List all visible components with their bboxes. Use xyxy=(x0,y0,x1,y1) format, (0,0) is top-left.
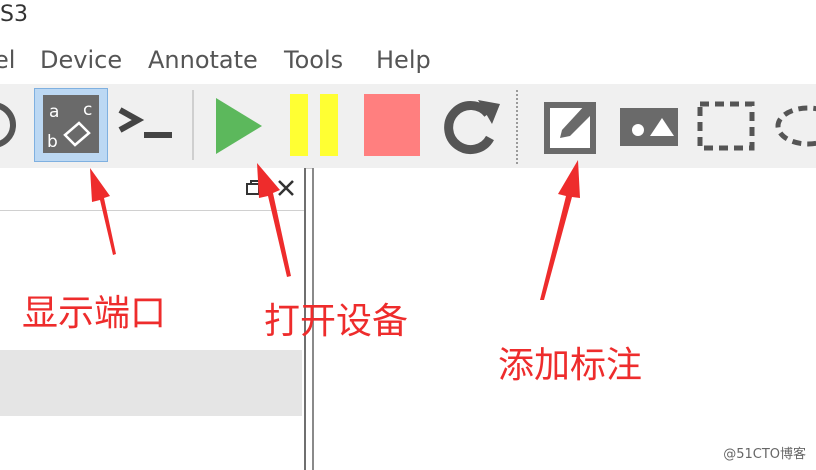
watermark: @51CTO博客 xyxy=(723,447,806,462)
label-show-ports: 显示端口 xyxy=(22,293,167,334)
arrow-add-annotation xyxy=(540,160,580,300)
arrow-show-ports xyxy=(90,168,116,255)
arrow-open-device xyxy=(257,163,291,277)
label-add-annotation: 添加标注 xyxy=(498,345,643,386)
label-open-device: 打开设备 xyxy=(264,301,409,342)
annotation-arrows xyxy=(90,160,580,300)
